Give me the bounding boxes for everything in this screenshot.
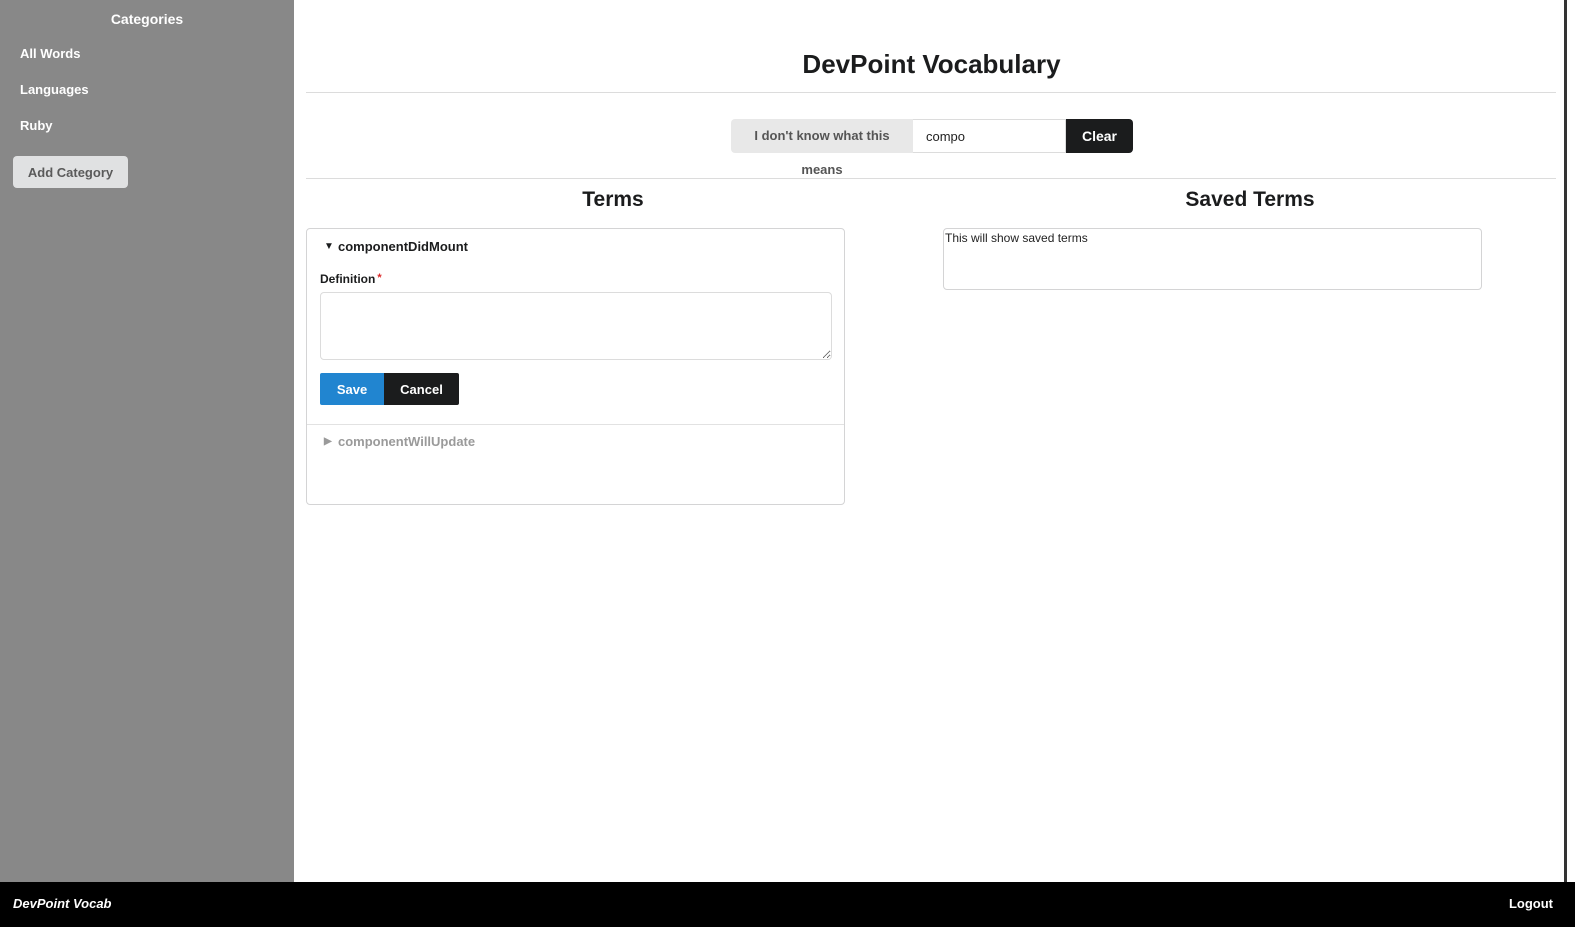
brand-logo[interactable]: DevPoint Vocab: [13, 896, 111, 911]
divider: [306, 178, 1556, 179]
term-label: componentDidMount: [338, 239, 468, 254]
accordion-title-componentdidmount[interactable]: ▼ componentDidMount: [324, 239, 468, 254]
accordion-divider: [307, 424, 844, 425]
main-content: DevPoint Vocabulary I don't know what th…: [294, 0, 1575, 882]
definition-field[interactable]: [320, 292, 832, 360]
divider: [306, 92, 1556, 93]
sidebar-item-ruby[interactable]: Ruby: [0, 108, 294, 144]
search-bar: I don't know what this means Clear: [731, 119, 1133, 177]
caret-right-icon: ▶: [324, 436, 332, 447]
definition-label: Definition *: [320, 272, 382, 286]
search-label: I don't know what this means: [731, 119, 913, 177]
sidebar-title: Categories: [110, 11, 184, 27]
definition-actions: Save Cancel: [320, 373, 459, 405]
saved-terms-title: Saved Terms: [1185, 188, 1315, 211]
accordion-title-componentwillupdate[interactable]: ▶ componentWillUpdate: [324, 434, 475, 449]
bottom-bar: DevPoint Vocab Logout: [0, 882, 1575, 927]
term-label: componentWillUpdate: [338, 434, 476, 449]
scrollbar[interactable]: [1564, 0, 1567, 882]
terms-accordion: ▼ componentDidMount Definition * Save Can…: [306, 228, 845, 505]
page-title: DevPoint Vocabulary: [802, 49, 1061, 79]
search-input[interactable]: [913, 119, 1066, 153]
cancel-button[interactable]: Cancel: [384, 373, 459, 405]
caret-down-icon: ▼: [324, 241, 334, 252]
add-category-button[interactable]: Add Category: [13, 156, 128, 188]
saved-terms-placeholder: This will show saved terms: [945, 231, 1088, 245]
saved-terms-box: This will show saved terms: [943, 228, 1482, 290]
logout-link[interactable]: Logout: [1509, 896, 1553, 911]
terms-title: Terms: [582, 188, 644, 211]
sidebar-item-all-words[interactable]: All Words: [0, 36, 294, 72]
sidebar-item-languages[interactable]: Languages: [0, 72, 294, 108]
clear-button[interactable]: Clear: [1066, 119, 1133, 153]
sidebar: Categories All Words Languages Ruby Add …: [0, 0, 294, 882]
save-button[interactable]: Save: [320, 373, 384, 405]
required-marker: *: [377, 272, 382, 284]
